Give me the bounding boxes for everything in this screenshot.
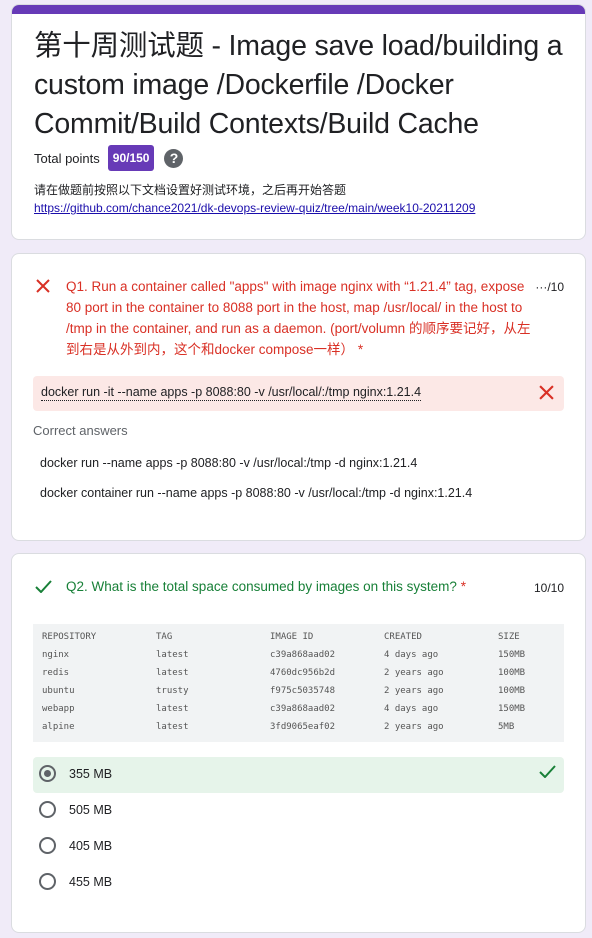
- table-cell: nginx: [42, 650, 70, 660]
- option-label: 405 MB: [69, 839, 113, 853]
- help-icon[interactable]: ?: [164, 148, 184, 168]
- table-cell: 2 years ago: [384, 686, 444, 696]
- option-label: 455 MB: [69, 875, 113, 889]
- table-cell: alpine: [42, 722, 75, 732]
- github-link[interactable]: https://github.com/chance2021/dk-devops-…: [34, 199, 475, 217]
- table-cell: 4 days ago: [384, 650, 439, 660]
- form-header-card: 第十周测试题 - Image save load/building a cust…: [11, 4, 586, 240]
- option-355mb[interactable]: 355 MB: [33, 757, 564, 793]
- table-cell: latest: [156, 704, 189, 714]
- table-cell: 2 years ago: [384, 668, 444, 678]
- score-badge: 90/150: [107, 145, 155, 171]
- question-text-body: Q2. What is the total space consumed by …: [66, 579, 457, 594]
- table-cell: latest: [156, 650, 189, 660]
- docker-images-table: REPOSITORY TAG IMAGE ID CREATED SIZE ngi…: [33, 624, 564, 742]
- table-header-cell: CREATED: [384, 632, 422, 642]
- form-title: 第十周测试题 - Image save load/building a cust…: [34, 30, 563, 140]
- table-cell: 3fd9065eaf02: [270, 722, 336, 732]
- table-cell: 100MB: [498, 668, 526, 678]
- header-accent-bar: [12, 5, 585, 14]
- table-cell: latest: [156, 668, 189, 678]
- total-points-label: Total points: [34, 150, 100, 166]
- table-cell: webapp: [42, 704, 75, 714]
- table-cell: redis: [42, 668, 70, 678]
- table-cell: c39a868aad02: [270, 704, 336, 714]
- table-cell: 100MB: [498, 686, 526, 696]
- table-cell: 150MB: [498, 650, 526, 660]
- table-cell: 4760dc956b2d: [270, 668, 336, 678]
- correct-answers-label: Correct answers: [33, 423, 128, 438]
- table-header-cell: SIZE: [498, 632, 520, 642]
- radio-button[interactable]: [39, 801, 56, 818]
- total-points-row: Total points 90/150 ?: [34, 145, 184, 171]
- required-marker: *: [357, 342, 364, 357]
- required-marker: *: [460, 579, 466, 594]
- check-icon: [539, 765, 556, 778]
- table-cell: 2 years ago: [384, 722, 444, 732]
- correct-answer-item: docker container run --name apps -p 8088…: [40, 486, 473, 500]
- option-label: 505 MB: [69, 803, 113, 817]
- radio-button[interactable]: [39, 873, 56, 890]
- question-points: ···/10: [535, 280, 564, 294]
- table-cell: 5MB: [498, 722, 515, 732]
- radio-button[interactable]: [39, 765, 56, 782]
- submitted-answer-box: docker run -it --name apps -p 8088:80 -v…: [33, 376, 564, 411]
- table-header-cell: REPOSITORY: [42, 632, 97, 642]
- option-455mb[interactable]: 455 MB: [33, 865, 564, 901]
- option-405mb[interactable]: 405 MB: [33, 829, 564, 865]
- check-icon: [35, 580, 52, 593]
- correct-answer-item: docker run --name apps -p 8088:80 -v /us…: [40, 456, 418, 470]
- table-cell: f975c5035748: [270, 686, 336, 696]
- table-cell: trusty: [156, 686, 189, 696]
- table-header-cell: TAG: [156, 632, 173, 642]
- description-text: 请在做题前按照以下文档设置好测试环境，之后再开始答题: [34, 183, 347, 197]
- table-cell: 4 days ago: [384, 704, 439, 714]
- form-description: 请在做题前按照以下文档设置好测试环境，之后再开始答题 https://githu…: [34, 181, 475, 217]
- table-cell: 150MB: [498, 704, 526, 714]
- question-points: 10/10: [533, 581, 564, 595]
- cross-icon: [36, 279, 50, 293]
- table-cell: latest: [156, 722, 189, 732]
- question-card-q2: Q2. What is the total space consumed by …: [11, 553, 586, 933]
- question-card-q1: Q1. Run a container called "apps" with i…: [11, 253, 586, 541]
- question-text: Q1. Run a container called "apps" with i…: [66, 276, 538, 360]
- radio-button[interactable]: [39, 837, 56, 854]
- option-505mb[interactable]: 505 MB: [33, 793, 564, 829]
- table-cell: ubuntu: [42, 686, 75, 696]
- wrong-answer-icon: [539, 385, 554, 400]
- table-cell: c39a868aad02: [270, 650, 336, 660]
- question-text: Q2. What is the total space consumed by …: [66, 576, 466, 597]
- submitted-answer: docker run -it --name apps -p 8088:80 -v…: [41, 385, 422, 401]
- question-text-body: Q1. Run a container called "apps" with i…: [66, 279, 531, 357]
- option-label: 355 MB: [69, 767, 113, 781]
- table-header-cell: IMAGE ID: [270, 632, 314, 642]
